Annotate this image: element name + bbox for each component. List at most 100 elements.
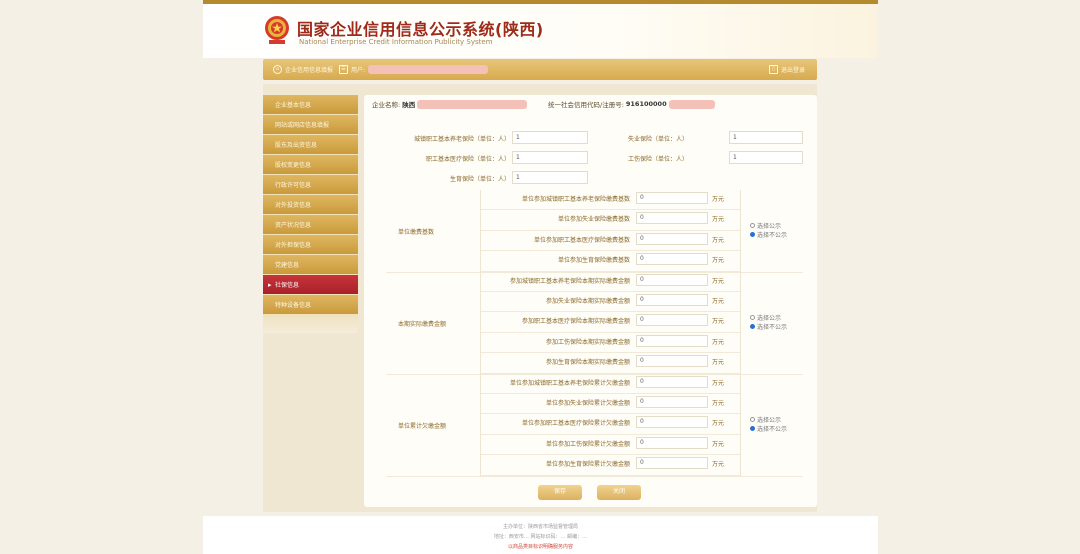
contribution-amount-input[interactable]: 0: [636, 334, 708, 347]
enterprise-name-label: 企业名称:: [372, 101, 401, 109]
row-divider: [480, 311, 740, 313]
amount-unit: 万元: [712, 359, 725, 367]
amount-unit: 万元: [712, 277, 725, 285]
sidebar-item[interactable]: 对外担保信息: [263, 235, 358, 255]
contribution-row-label: 单位参加生育保险缴费基数: [557, 257, 630, 265]
contribution-amount-input[interactable]: 0: [636, 232, 708, 245]
unemployment-headcount-label: 失业保险（单位：人）: [627, 136, 688, 143]
contribution-row-label: 单位参加失业保险缴费基数: [557, 216, 630, 224]
footer-address: 地址：西安市… 网站标识码：… 邮编：…: [493, 534, 588, 540]
group-label: 本期实际缴费金额: [398, 320, 447, 328]
medical-headcount-input[interactable]: 1: [512, 151, 588, 164]
sidebar-item[interactable]: 股权变更信息: [263, 155, 358, 175]
save-button[interactable]: 保存: [538, 485, 582, 500]
contribution-row-label: 单位参加职工基本医疗保险缴费基数: [533, 236, 630, 244]
contribution-row-label: 单位参加生育保险累计欠缴金额: [545, 461, 630, 469]
amount-unit: 万元: [712, 338, 725, 346]
contribution-amount-input[interactable]: 0: [636, 253, 708, 266]
row-divider: [480, 393, 740, 394]
amount-unit: 万元: [712, 379, 725, 387]
sidebar-item[interactable]: 党建信息: [263, 255, 358, 275]
radio-button-icon[interactable]: [750, 222, 755, 228]
contribution-amount-input[interactable]: 0: [636, 457, 708, 470]
maternity-headcount-input[interactable]: 1: [512, 171, 588, 184]
radio-private[interactable]: 选择不公示: [750, 322, 787, 331]
close-button[interactable]: 关闭: [597, 485, 641, 500]
contribution-row-label: 单位参加城镇职工基本养老保险累计欠缴金额: [509, 379, 630, 387]
maternity-headcount-label: 生育保险（单位：人）: [449, 176, 510, 183]
sidebar-item[interactable]: 股东及出资信息: [263, 135, 358, 155]
sidebar-item[interactable]: 特种设备信息: [263, 295, 358, 315]
contribution-amount-input[interactable]: 0: [636, 355, 708, 368]
contribution-amount-input[interactable]: 0: [636, 436, 708, 449]
sidebar-menu: 企业基本信息 网站或网店信息填报 股东及出资信息 股权变更信息 行政许可信息 对外投资信息…: [263, 95, 358, 333]
radio-public-label: 选择公示: [757, 416, 782, 424]
sidebar-item[interactable]: 社保信息: [263, 275, 358, 295]
contribution-row-label: 参加失业保险本期实际缴费金额: [545, 298, 630, 305]
site-header: 国家企业信用信息公示系统(陕西) National Enterprise Cre…: [203, 4, 878, 58]
radio-button-icon[interactable]: [750, 323, 755, 329]
row-divider: [480, 229, 740, 231]
contribution-amount-input[interactable]: 0: [636, 375, 708, 388]
logout-icon: ▯: [769, 65, 778, 74]
contribution-amount-input[interactable]: 0: [636, 212, 708, 225]
sidebar-item[interactable]: 企业基本信息: [263, 95, 358, 115]
sidebar-tail: [263, 315, 358, 333]
contribution-amount-input[interactable]: 0: [636, 416, 708, 429]
national-emblem-icon: [265, 16, 289, 44]
radio-public[interactable]: 选择公示: [750, 415, 781, 424]
amount-unit: 万元: [712, 440, 725, 448]
nav-home-label: 企业信用信息填报: [285, 67, 334, 74]
injury-headcount-label: 工伤保险（单位：人）: [627, 156, 688, 163]
contribution-amount-input[interactable]: 0: [636, 314, 708, 327]
row-divider: [480, 413, 740, 415]
amount-unit: 万元: [712, 400, 725, 407]
home-icon: ⌂: [273, 65, 282, 74]
contribution-amount-input[interactable]: 0: [636, 192, 708, 204]
row-divider: [480, 352, 740, 354]
radio-private-label: 选择不公示: [757, 425, 788, 433]
nav-user: ☰ 用户:: [339, 63, 489, 76]
logout-button[interactable]: ▯ 退出登录: [769, 63, 805, 76]
contribution-row-label: 单位参加工伤保险累计欠缴金额: [545, 440, 630, 448]
amount-unit: 万元: [712, 420, 725, 428]
redacted-enterprise-name: [417, 99, 528, 109]
contribution-row-label: 单位参加城镇职工基本养老保险缴费基数: [521, 196, 630, 203]
radio-private-label: 选择不公示: [757, 323, 788, 331]
contribution-amount-input[interactable]: 0: [636, 396, 708, 408]
radio-private[interactable]: 选择不公示: [750, 424, 787, 433]
contribution-amount-input[interactable]: 0: [636, 294, 708, 306]
sidebar-item[interactable]: 资产状况信息: [263, 215, 358, 235]
radio-button-icon[interactable]: [750, 425, 755, 431]
radio-private[interactable]: 选择不公示: [750, 230, 787, 239]
nav-user-label: 用户:: [351, 67, 366, 74]
row-divider: [480, 250, 740, 252]
radio-public[interactable]: 选择公示: [750, 221, 781, 230]
radio-button-icon[interactable]: [750, 231, 755, 237]
radio-button-icon[interactable]: [750, 416, 755, 422]
nav-home[interactable]: ⌂ 企业信用信息填报: [273, 63, 333, 76]
radio-button-icon[interactable]: [750, 314, 755, 320]
contribution-row-label: 单位参加职工基本医疗保险累计欠缴金额: [521, 420, 630, 428]
top-navbar: ⌂ 企业信用信息填报 ☰ 用户: ▯ 退出登录: [263, 59, 817, 80]
redacted-enterprise-code: [668, 99, 715, 109]
contribution-row-label: 参加生育保险本期实际缴费金额: [545, 359, 630, 367]
amount-unit: 万元: [712, 298, 725, 305]
sidebar-item[interactable]: 对外投资信息: [263, 195, 358, 215]
group-divider: [386, 475, 803, 477]
site-title: 国家企业信用信息公示系统(陕西): [297, 20, 544, 39]
site-footer: 主办单位：陕西省市场监督管理局 地址：西安市… 网站标识码：… 邮编：… 以商品…: [203, 516, 878, 554]
radio-public[interactable]: 选择公示: [750, 313, 781, 322]
group-label: 单位累计欠缴金额: [398, 422, 447, 430]
contribution-amount-input[interactable]: 0: [636, 273, 708, 286]
medical-headcount-label: 职工基本医疗保险（单位：人）: [425, 156, 510, 163]
row-divider: [480, 331, 740, 333]
radio-public-label: 选择公示: [757, 314, 782, 322]
injury-headcount-input[interactable]: 1: [729, 151, 803, 164]
sidebar-item[interactable]: 网站或网店信息填报: [263, 115, 358, 135]
amount-unit: 万元: [712, 236, 725, 244]
unemployment-headcount-input[interactable]: 1: [729, 131, 803, 144]
sidebar-item[interactable]: 行政许可信息: [263, 175, 358, 195]
row-divider: [480, 433, 740, 435]
pension-headcount-input[interactable]: 1: [512, 131, 588, 144]
